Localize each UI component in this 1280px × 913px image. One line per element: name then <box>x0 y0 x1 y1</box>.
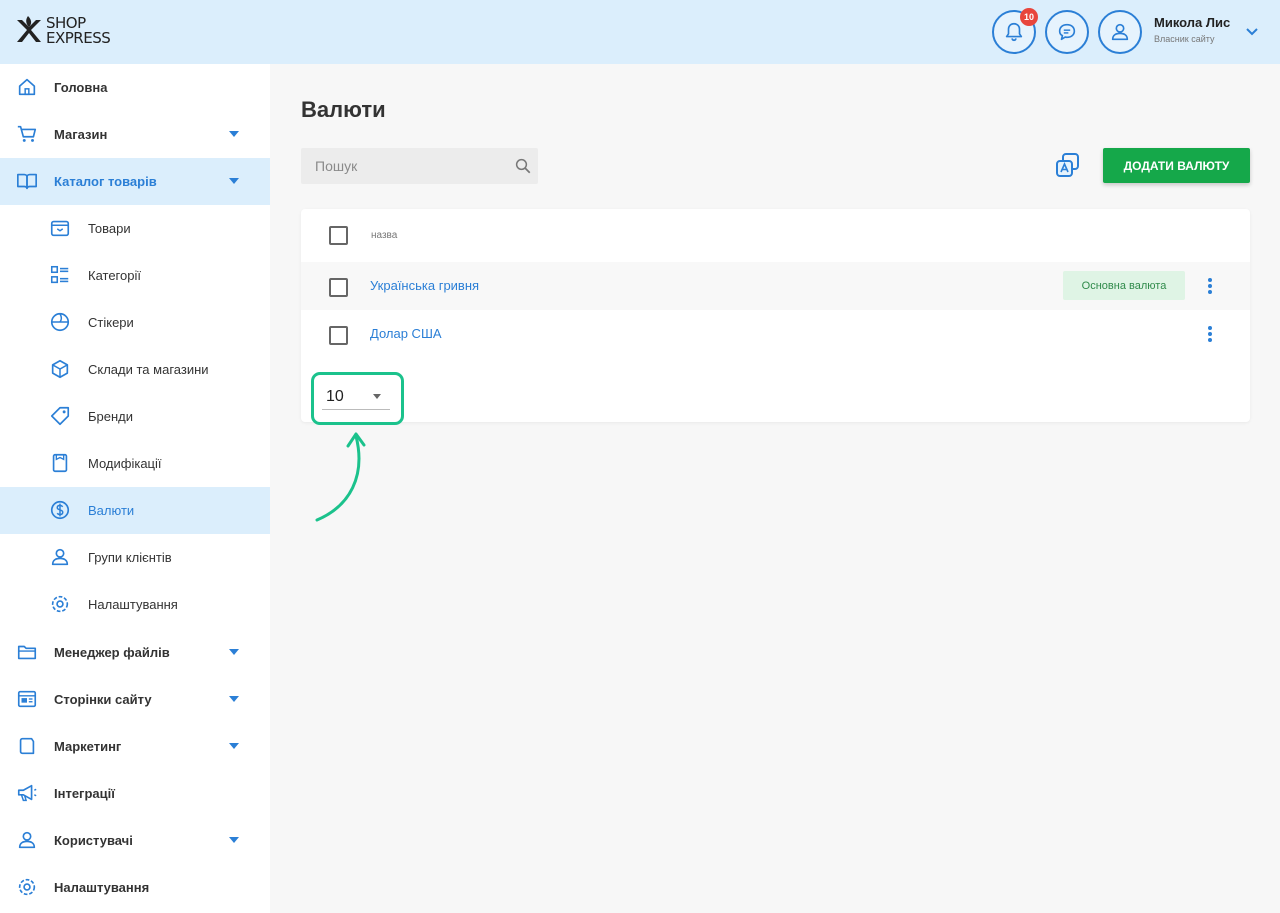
sidebar-item-label: Каталог товарів <box>54 174 157 189</box>
cart-icon <box>17 125 37 142</box>
sticker-icon <box>50 312 70 332</box>
row-checkbox[interactable] <box>329 278 348 297</box>
sidebar-item-label: Налаштування <box>54 880 150 895</box>
settings-icon <box>18 878 36 896</box>
product-box-icon <box>50 220 70 237</box>
column-header-name[interactable]: назва <box>371 230 397 241</box>
sidebar-subitem-label: Товари <box>88 221 131 236</box>
sidebar-item-file-manager[interactable]: Менеджер файлів <box>0 629 270 676</box>
tag-icon <box>50 406 70 426</box>
caret-down-icon <box>229 837 239 843</box>
sidebar-subitem-currencies[interactable]: Валюти <box>0 487 270 534</box>
bell-icon <box>1005 22 1023 42</box>
dropdown-arrow-icon <box>373 394 381 399</box>
home-icon <box>18 78 36 96</box>
sidebar-item-label: Головна <box>54 80 108 95</box>
folder-icon <box>17 645 37 660</box>
logo-line-2: EXPRESS <box>46 29 111 47</box>
marketing-icon <box>19 737 35 755</box>
user-name[interactable]: Микола Лис <box>1154 15 1230 30</box>
sidebar-subitem-catalog-settings[interactable]: Налаштування <box>0 581 270 628</box>
main-currency-badge: Основна валюта <box>1063 271 1185 300</box>
messages-button[interactable] <box>1045 10 1089 54</box>
shop-express-logo[interactable]: SHOP EXPRESS <box>14 14 111 48</box>
sidebar-subitem-products[interactable]: Товари <box>0 205 270 252</box>
caret-down-icon <box>229 743 239 749</box>
sidebar-item-label: Інтеграції <box>54 786 115 801</box>
modification-icon <box>52 453 68 473</box>
row-menu-icon[interactable] <box>1201 276 1219 296</box>
caret-down-icon <box>229 131 239 137</box>
sidebar-subitem-label: Склади та магазини <box>88 362 209 377</box>
users-icon <box>18 831 36 849</box>
caret-down-icon <box>229 696 239 702</box>
row-checkbox[interactable] <box>329 326 348 345</box>
row-menu-icon[interactable] <box>1201 324 1219 344</box>
sidebar-item-marketing[interactable]: Маркетинг <box>0 723 270 770</box>
pages-icon <box>17 690 37 708</box>
sidebar-subitem-label: Налаштування <box>88 597 178 612</box>
table-row: Долар США <box>301 310 1250 358</box>
sidebar-item-label: Сторінки сайту <box>54 692 152 707</box>
sidebar: Головна Магазин Каталог товарів Товари К… <box>0 64 270 913</box>
categories-icon <box>50 265 69 284</box>
profile-button[interactable] <box>1098 10 1142 54</box>
notifications-badge: 10 <box>1020 8 1038 26</box>
chat-icon <box>1058 23 1076 41</box>
rows-per-page-value: 10 <box>326 388 344 405</box>
catalog-icon <box>17 173 37 190</box>
notifications-button[interactable]: 10 <box>992 8 1038 54</box>
search-input[interactable] <box>301 148 501 184</box>
sidebar-item-shop[interactable]: Магазин <box>0 111 270 158</box>
table-header-row: назва <box>301 212 1250 260</box>
sidebar-item-users[interactable]: Користувачі <box>0 817 270 864</box>
page-title: Валюти <box>301 97 386 122</box>
search-icon[interactable] <box>514 157 532 175</box>
rows-per-page-select[interactable]: 10 <box>322 384 390 410</box>
sidebar-subitem-warehouses[interactable]: Склади та магазини <box>0 346 270 393</box>
caret-down-icon <box>229 178 239 184</box>
logo-icon <box>17 16 41 42</box>
sidebar-subitem-stickers[interactable]: Стікери <box>0 299 270 346</box>
search-box <box>301 148 538 184</box>
sidebar-item-label: Менеджер файлів <box>54 645 170 660</box>
sidebar-item-settings[interactable]: Налаштування <box>0 864 270 911</box>
chevron-down-icon[interactable] <box>1244 24 1260 40</box>
add-currency-button[interactable]: ДОДАТИ ВАЛЮТУ <box>1103 148 1250 183</box>
logo-text: SHOP EXPRESS <box>46 16 111 47</box>
caret-down-icon <box>229 649 239 655</box>
sidebar-item-home[interactable]: Головна <box>0 64 270 111</box>
megaphone-icon <box>17 784 37 802</box>
sidebar-subitem-client-groups[interactable]: Групи клієнтів <box>0 534 270 581</box>
currency-icon <box>50 500 70 520</box>
sidebar-item-label: Магазин <box>54 127 108 142</box>
pointer-arrow-icon <box>315 432 366 522</box>
sidebar-subitem-brands[interactable]: Бренди <box>0 393 270 440</box>
settings-icon <box>51 595 69 613</box>
sidebar-item-label: Користувачі <box>54 833 133 848</box>
sidebar-item-integrations[interactable]: Інтеграції <box>0 770 270 817</box>
client-group-icon <box>51 548 69 566</box>
sidebar-subitem-label: Модифікації <box>88 456 162 471</box>
sidebar-item-catalog[interactable]: Каталог товарів <box>0 158 270 205</box>
sidebar-subitem-label: Бренди <box>88 409 134 424</box>
sidebar-subitem-label: Валюти <box>88 503 135 518</box>
user-icon <box>1111 23 1129 41</box>
sidebar-subitem-modifications[interactable]: Модифікації <box>0 440 270 487</box>
translate-icon[interactable] <box>1054 151 1082 179</box>
select-all-checkbox[interactable] <box>329 226 348 245</box>
user-role: Власник сайту <box>1154 34 1215 44</box>
currency-name-link[interactable]: Українська гривня <box>370 278 479 293</box>
top-header: SHOP EXPRESS 10 Микола Лис Власник сайту <box>0 0 1280 64</box>
warehouse-icon <box>51 359 69 379</box>
sidebar-item-label: Маркетинг <box>54 739 122 754</box>
sidebar-subitem-label: Категорії <box>88 268 141 283</box>
sidebar-subitem-categories[interactable]: Категорії <box>0 252 270 299</box>
sidebar-subitem-label: Групи клієнтів <box>88 550 172 565</box>
currencies-table: назва Українська гривня Основна валюта Д… <box>301 209 1250 422</box>
sidebar-item-site-pages[interactable]: Сторінки сайту <box>0 676 270 723</box>
currency-name-link[interactable]: Долар США <box>370 326 442 341</box>
table-row: Українська гривня Основна валюта <box>301 262 1250 310</box>
sidebar-subitem-label: Стікери <box>88 315 134 330</box>
